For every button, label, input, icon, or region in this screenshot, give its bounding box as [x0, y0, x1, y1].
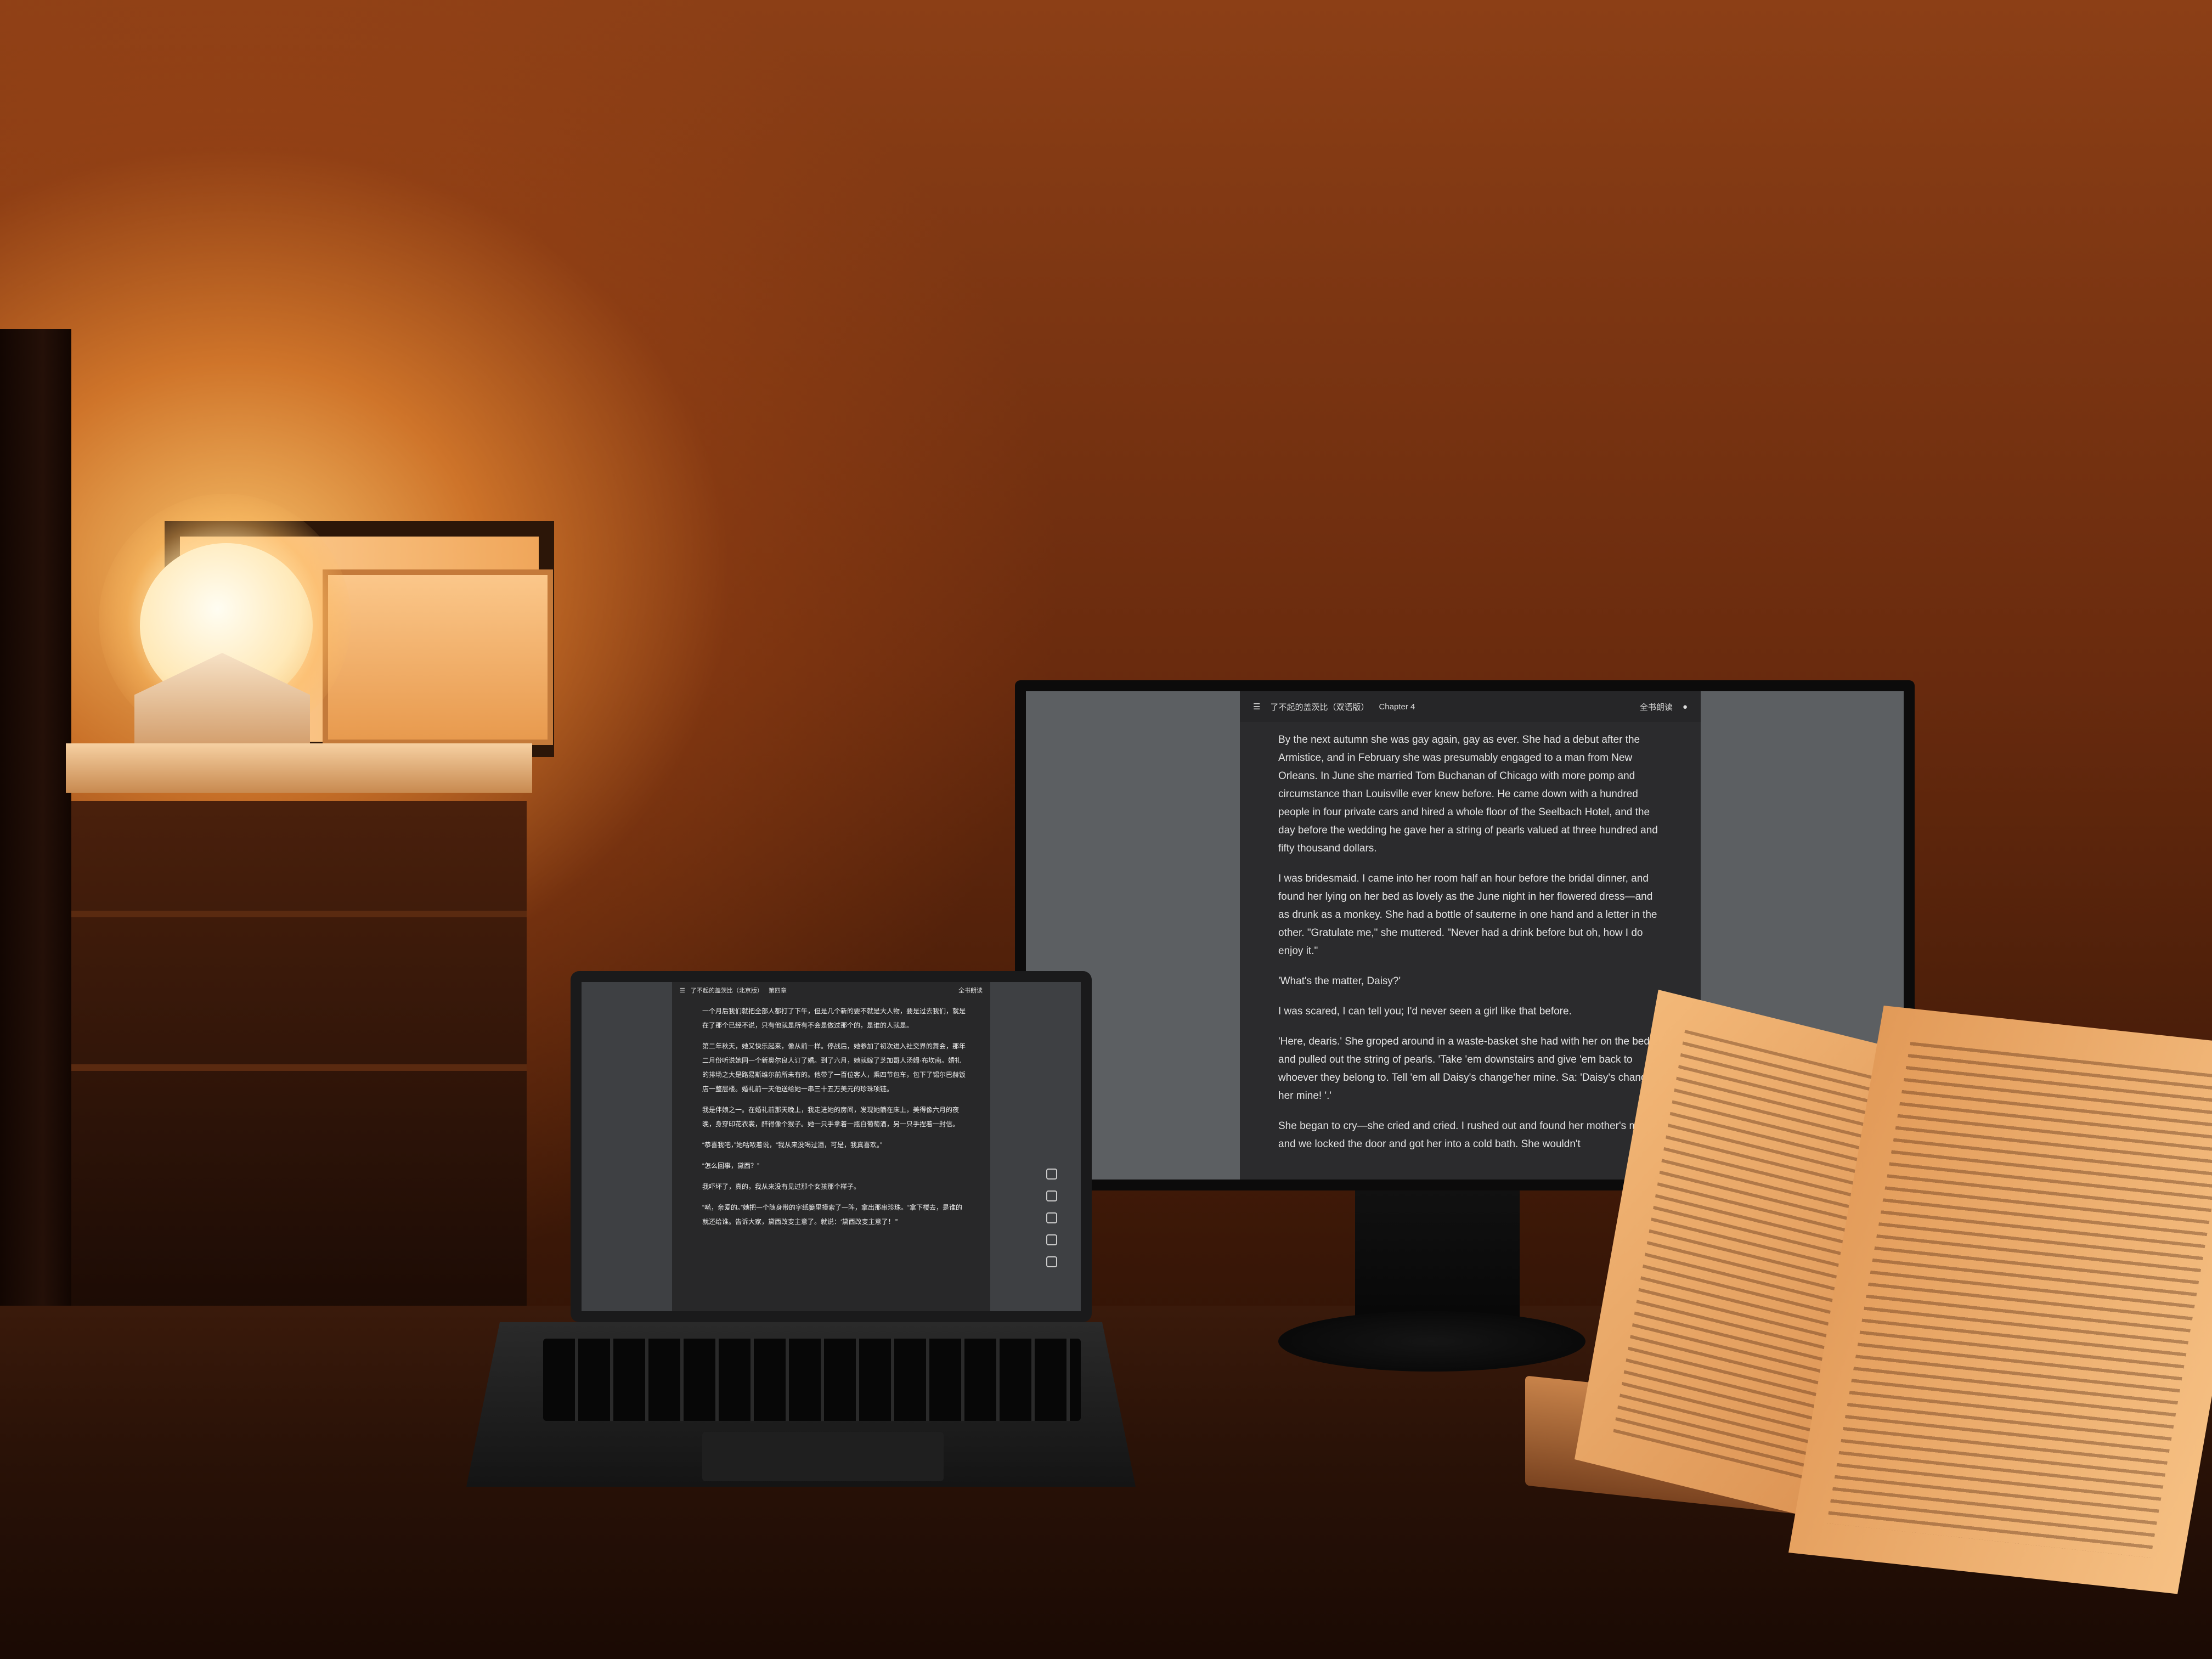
reader-text: By the next autumn she was gay again, ga… [1278, 731, 1662, 1165]
storage-boxes [71, 801, 527, 1339]
chapter-title: 第四章 [768, 988, 787, 994]
read-aloud-button[interactable]: 全书朗读 [1640, 701, 1673, 713]
laptop-screen: ☰ 了不起的盖茨比（北京版） 第四章 全书朗读 一个月后我们就把全部人都打了下午… [582, 982, 1081, 1311]
monitor-stand [1355, 1190, 1520, 1328]
paragraph: “怎么回事，黛西？” [702, 1162, 759, 1170]
paragraph: “喏，亲爱的。”她把一个随身带的字纸篓里摸索了一阵，拿出那串珍珠。“拿下楼去，是… [702, 1204, 962, 1226]
monitor-base [1278, 1311, 1585, 1372]
photo-scene: ☰ 了不起的盖茨比（双语版） Chapter 4 全书朗读 ● By the n… [0, 0, 2212, 1659]
paragraph: 我是伴娘之一。在婚礼前那天晚上，我走进她的房间，发现她躺在床上，美得像六月的夜晚… [702, 1106, 960, 1128]
reader-topbar: ☰ 了不起的盖茨比（北京版） 第四章 全书朗读 [672, 982, 990, 998]
book-title: 了不起的盖茨比（双语版） [1270, 702, 1369, 712]
reader-page: ☰ 了不起的盖茨比（北京版） 第四章 全书朗读 一个月后我们就把全部人都打了下午… [672, 982, 990, 1311]
book-title: 了不起的盖茨比（北京版） [690, 988, 763, 994]
reader-page: ☰ 了不起的盖茨比（双语版） Chapter 4 全书朗读 ● By the n… [1240, 691, 1701, 1180]
paragraph: 'Here, dearis.' She groped around in a w… [1278, 1036, 1655, 1102]
keyboard [543, 1339, 1081, 1421]
chapter-title: Chapter 4 [1379, 702, 1415, 712]
paragraph: She began to cry—she cried and cried. I … [1278, 1120, 1652, 1150]
paragraph: “恭喜我吧，”她咕哝着说，“我从来没喝过酒，可是，我真喜欢。” [702, 1141, 882, 1149]
paragraph: 我吓坏了，真的，我从来没有见过那个女孩那个样子。 [702, 1183, 861, 1190]
laptop: ☰ 了不起的盖茨比（北京版） 第四章 全书朗读 一个月后我们就把全部人都打了下午… [571, 971, 1092, 1322]
reader-side-toolbar [1043, 1169, 1060, 1267]
phone-icon[interactable] [1046, 1256, 1057, 1267]
paragraph: 'What's the matter, Daisy?' [1278, 975, 1401, 987]
read-aloud-button[interactable]: 全书朗读 [958, 986, 983, 995]
bookmark-icon[interactable] [1046, 1190, 1057, 1201]
paragraph: 一个月后我们就把全部人都打了下午，但是几个新的要不就是大人物，要是过去我们，就是… [702, 1007, 966, 1029]
reader-text: 一个月后我们就把全部人都打了下午，但是几个新的要不就是大人物，要是过去我们，就是… [702, 1004, 966, 1235]
font-icon[interactable] [1046, 1212, 1057, 1223]
paragraph: By the next autumn she was gay again, ga… [1278, 734, 1658, 854]
paragraph: 第二年秋天，她又快乐起来，像从前一样。停战后，她参加了初次进入社交界的舞会，那年… [702, 1042, 966, 1093]
avatar[interactable]: ● [1683, 702, 1688, 712]
menu-icon[interactable]: ☰ [1253, 702, 1260, 712]
trackpad [702, 1432, 944, 1481]
paragraph: I was bridesmaid. I came into her room h… [1278, 873, 1657, 957]
menu-icon[interactable]: ☰ [680, 987, 685, 994]
reader-topbar: ☰ 了不起的盖茨比（双语版） Chapter 4 全书朗读 ● [1240, 691, 1701, 722]
list-icon[interactable] [1046, 1169, 1057, 1180]
settings-icon[interactable] [1046, 1234, 1057, 1245]
paragraph: I was scared, I can tell you; I'd never … [1278, 1006, 1572, 1017]
shelf [66, 743, 532, 793]
